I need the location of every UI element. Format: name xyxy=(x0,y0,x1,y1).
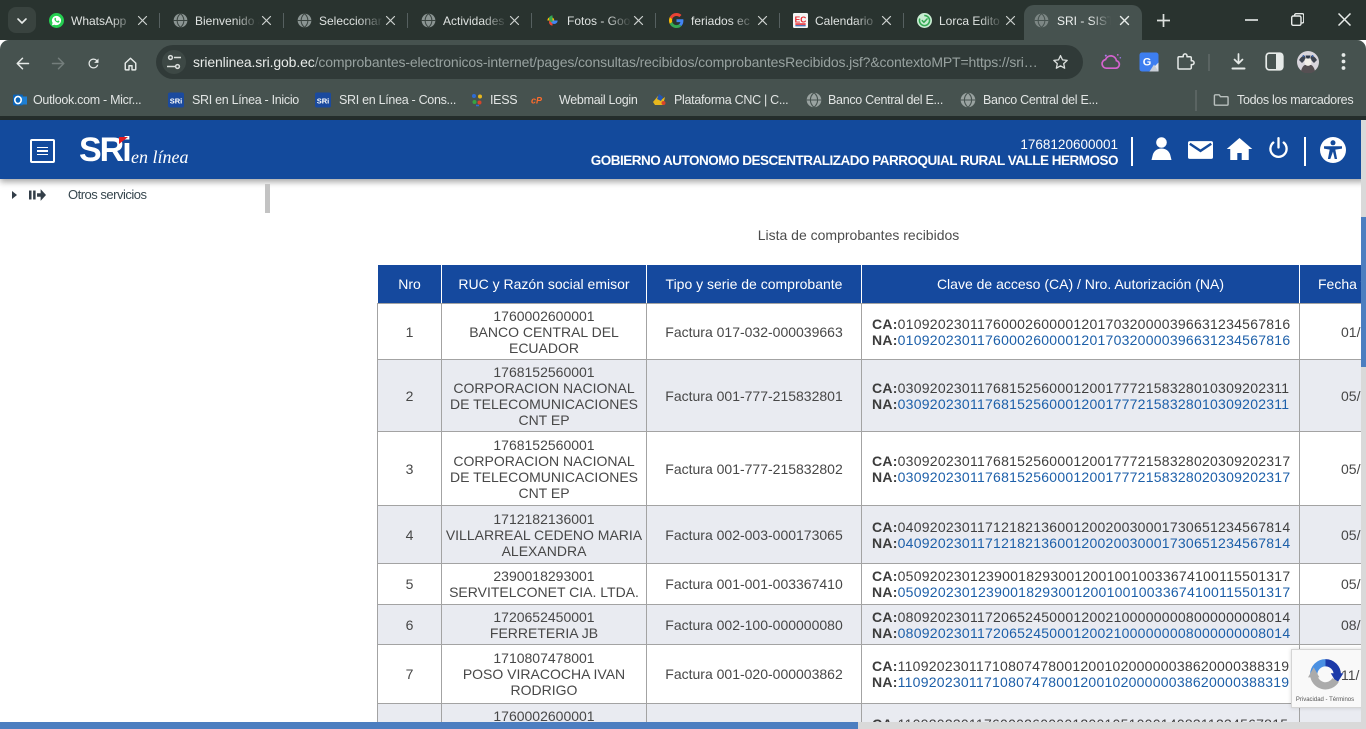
svg-text:EC: EC xyxy=(795,14,807,24)
svg-text:G: G xyxy=(1143,57,1152,69)
svg-text:SRi: SRi xyxy=(170,96,183,105)
svg-text:SRi: SRi xyxy=(317,96,330,105)
svg-text:cP: cP xyxy=(531,95,543,105)
